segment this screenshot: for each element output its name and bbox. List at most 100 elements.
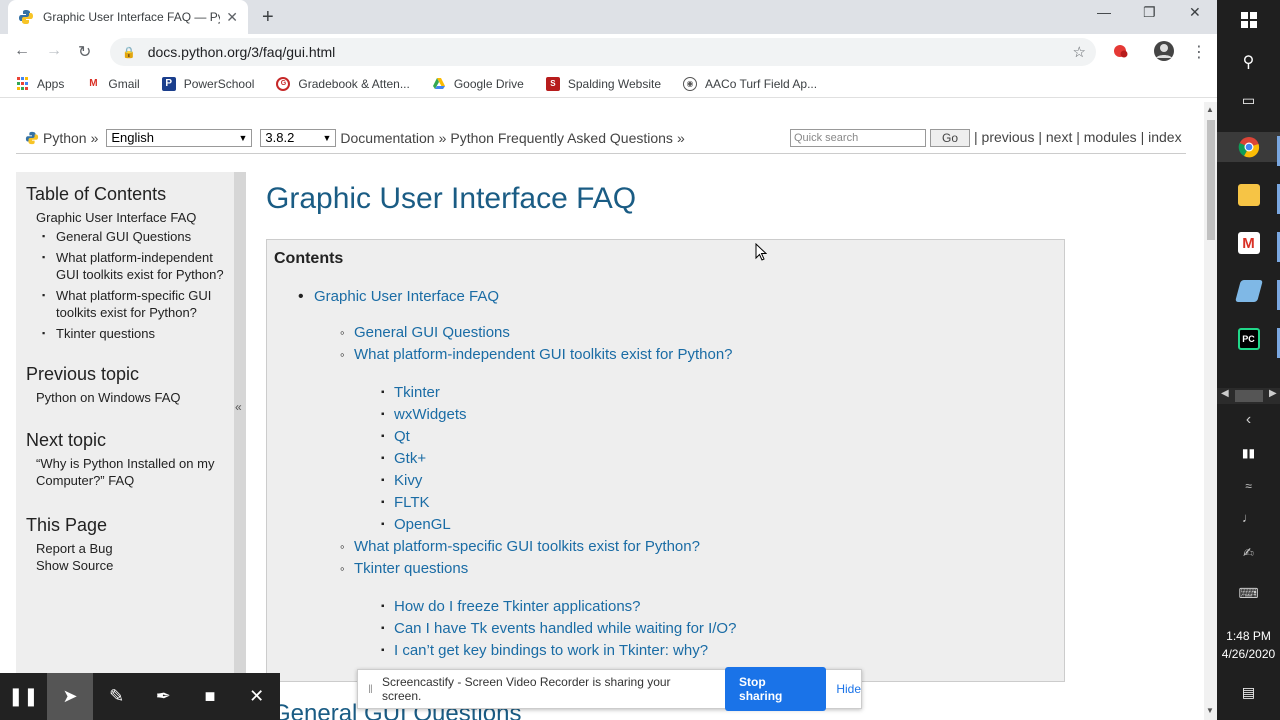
scroll-right-icon[interactable]: ▶ xyxy=(1269,388,1277,399)
cursor-tool-icon[interactable]: ➤ xyxy=(46,673,94,720)
menu-kebab-icon[interactable]: ⋮ xyxy=(1191,42,1207,62)
wifi-icon[interactable]: ≈ xyxy=(1217,477,1280,495)
taskbar-scroller[interactable]: ◀ ▶ xyxy=(1217,388,1280,404)
toc-root-link[interactable]: Graphic User Interface FAQ xyxy=(36,209,224,226)
contents-link-qt[interactable]: Qt xyxy=(394,428,410,445)
bookmark-gmail[interactable]: M Gmail xyxy=(86,77,140,91)
bookmark-gradebook[interactable]: G Gradebook & Atten... xyxy=(276,76,410,91)
go-button[interactable]: Go xyxy=(930,129,970,147)
restore-icon[interactable]: ❐ xyxy=(1143,4,1156,21)
app-taskbar-icon[interactable] xyxy=(1217,276,1280,310)
file-explorer-taskbar-icon[interactable] xyxy=(1217,180,1280,214)
stop-sharing-button[interactable]: Stop sharing xyxy=(725,667,827,711)
contents-link-platform-specific[interactable]: What platform-specific GUI toolkits exis… xyxy=(354,538,700,555)
close-toolbar-icon[interactable]: ✕ xyxy=(233,673,280,720)
index-link[interactable]: index xyxy=(1148,129,1181,145)
scroll-down-icon[interactable]: ▼ xyxy=(1206,706,1214,715)
battery-icon[interactable]: ▮▮ xyxy=(1217,444,1280,462)
python-home-link[interactable]: Python xyxy=(43,130,87,146)
version-select[interactable]: 3.8.2 ▼ xyxy=(260,128,337,147)
toc-item[interactable]: Tkinter questions xyxy=(36,325,224,342)
bookmark-label: Gradebook & Atten... xyxy=(298,76,410,91)
volume-icon[interactable]: ♩ xyxy=(1217,508,1280,526)
bookmark-aaco-turf[interactable]: ◉ AACo Turf Field Ap... xyxy=(683,76,817,91)
modules-link[interactable]: modules xyxy=(1084,129,1137,145)
contents-link-tkinter-questions[interactable]: Tkinter questions xyxy=(354,560,468,577)
screencastify-extension-icon[interactable] xyxy=(1111,42,1129,60)
page-viewport: Python » English ▼ 3.8.2 ▼ Documentation… xyxy=(0,102,1204,720)
forward-arrow-icon[interactable]: → xyxy=(46,42,62,60)
page-scrollbar[interactable]: ▲ ▼ xyxy=(1204,102,1217,720)
address-bar[interactable]: 🔒 docs.python.org/3/faq/gui.html ☆ xyxy=(110,38,1096,66)
scroll-up-icon[interactable]: ▲ xyxy=(1206,105,1214,114)
browser-tab-active[interactable]: Graphic User Interface FAQ — Py ✕ xyxy=(8,0,248,34)
breadcrumb-documentation[interactable]: Documentation xyxy=(340,130,434,146)
pen-icon[interactable]: ✍ xyxy=(1217,544,1280,562)
contents-link-platform-independent[interactable]: What platform-independent GUI toolkits e… xyxy=(354,346,733,363)
bookmark-label: Google Drive xyxy=(453,76,524,91)
contents-link-opengl[interactable]: OpenGL xyxy=(394,516,451,533)
drag-handle-icon[interactable]: ‖ xyxy=(368,682,373,696)
pen-tool-icon[interactable]: ✎ xyxy=(93,673,140,720)
profile-avatar-icon[interactable] xyxy=(1153,40,1175,62)
hide-button[interactable]: Hide xyxy=(836,674,861,704)
minimize-icon[interactable]: — xyxy=(1097,4,1111,20)
new-tab-button[interactable]: + xyxy=(262,6,274,29)
chrome-taskbar-icon[interactable] xyxy=(1217,132,1280,166)
previous-topic-heading: Previous topic xyxy=(26,364,140,384)
contents-box: Contents Graphic User Interface FAQ Gene… xyxy=(266,239,1065,682)
contents-link-wxwidgets[interactable]: wxWidgets xyxy=(394,406,467,423)
gmail-taskbar-icon[interactable]: M xyxy=(1217,228,1280,262)
previous-link[interactable]: previous xyxy=(982,129,1035,145)
bookmark-spalding[interactable]: S Spalding Website xyxy=(545,76,661,91)
window-close-icon[interactable]: ✕ xyxy=(1189,4,1201,21)
toc-item[interactable]: What platform-independent GUI toolkits e… xyxy=(36,249,224,283)
next-topic-link[interactable]: “Why is Python Installed on my Computer?… xyxy=(36,455,224,489)
contents-link-kivy[interactable]: Kivy xyxy=(394,472,422,489)
contents-link-root[interactable]: Graphic User Interface FAQ xyxy=(314,288,499,305)
version-value: 3.8.2 xyxy=(265,130,295,145)
search-icon[interactable]: ⚲ xyxy=(1217,52,1280,72)
list-item: What platform-specific GUI toolkits exis… xyxy=(314,536,1057,558)
report-bug-link[interactable]: Report a Bug xyxy=(36,540,224,557)
bookmark-star-icon[interactable]: ☆ xyxy=(1073,43,1086,61)
show-source-link[interactable]: Show Source xyxy=(36,557,224,574)
sidebar-collapse-button[interactable]: « xyxy=(234,172,246,682)
camera-icon[interactable]: ■ xyxy=(187,673,234,720)
chevron-left-icon[interactable]: ‹ xyxy=(1217,410,1280,430)
system-clock[interactable]: 1:48 PM 4/26/2020 xyxy=(1217,627,1280,663)
bookmark-google-drive[interactable]: Google Drive xyxy=(432,77,524,91)
pycharm-taskbar-icon[interactable]: PC xyxy=(1217,324,1280,358)
keyboard-icon[interactable]: ⌨ xyxy=(1217,584,1280,602)
scrollbar-thumb[interactable] xyxy=(1207,120,1215,240)
contents-link-fltk[interactable]: FLTK xyxy=(394,494,430,511)
contents-link-tk-events[interactable]: Can I have Tk events handled while waiti… xyxy=(394,620,736,637)
bookmark-apps[interactable]: Apps xyxy=(15,77,64,91)
bookmark-powerschool[interactable]: P PowerSchool xyxy=(161,76,254,91)
contents-link-tkinter[interactable]: Tkinter xyxy=(394,384,440,401)
contents-link-key-bindings[interactable]: I can’t get key bindings to work in Tkin… xyxy=(394,642,708,659)
next-link[interactable]: next xyxy=(1046,129,1072,145)
tab-close-icon[interactable]: ✕ xyxy=(226,9,238,26)
sidebar: Table of Contents Graphic User Interface… xyxy=(16,172,234,682)
task-view-icon[interactable]: ▭ xyxy=(1217,90,1280,110)
mouse-cursor-icon xyxy=(755,243,767,261)
contents-list: Graphic User Interface FAQ General GUI Q… xyxy=(274,288,1057,662)
highlighter-icon[interactable]: ✒ xyxy=(140,673,187,720)
language-select[interactable]: English ▼ xyxy=(106,128,253,147)
scroller-thumb[interactable] xyxy=(1235,390,1263,402)
notification-icon[interactable]: ▤ xyxy=(1217,682,1280,702)
contents-link-freeze-tkinter[interactable]: How do I freeze Tkinter applications? xyxy=(394,598,641,615)
contents-link-general[interactable]: General GUI Questions xyxy=(354,324,510,341)
previous-topic-link[interactable]: Python on Windows FAQ xyxy=(36,389,224,406)
toc-item[interactable]: What platform-specific GUI toolkits exis… xyxy=(36,287,224,321)
reload-icon[interactable]: ↻ xyxy=(78,42,91,62)
contents-link-gtk[interactable]: Gtk+ xyxy=(394,450,426,467)
quick-search-input[interactable]: Quick search xyxy=(790,129,926,147)
scroll-left-icon[interactable]: ◀ xyxy=(1221,388,1229,399)
pause-icon[interactable]: ❚❚ xyxy=(0,673,47,720)
breadcrumb-faq[interactable]: Python Frequently Asked Questions xyxy=(450,130,673,146)
toc-item[interactable]: General GUI Questions xyxy=(36,228,224,245)
back-arrow-icon[interactable]: ← xyxy=(14,42,30,60)
windows-start-icon[interactable] xyxy=(1217,8,1280,32)
